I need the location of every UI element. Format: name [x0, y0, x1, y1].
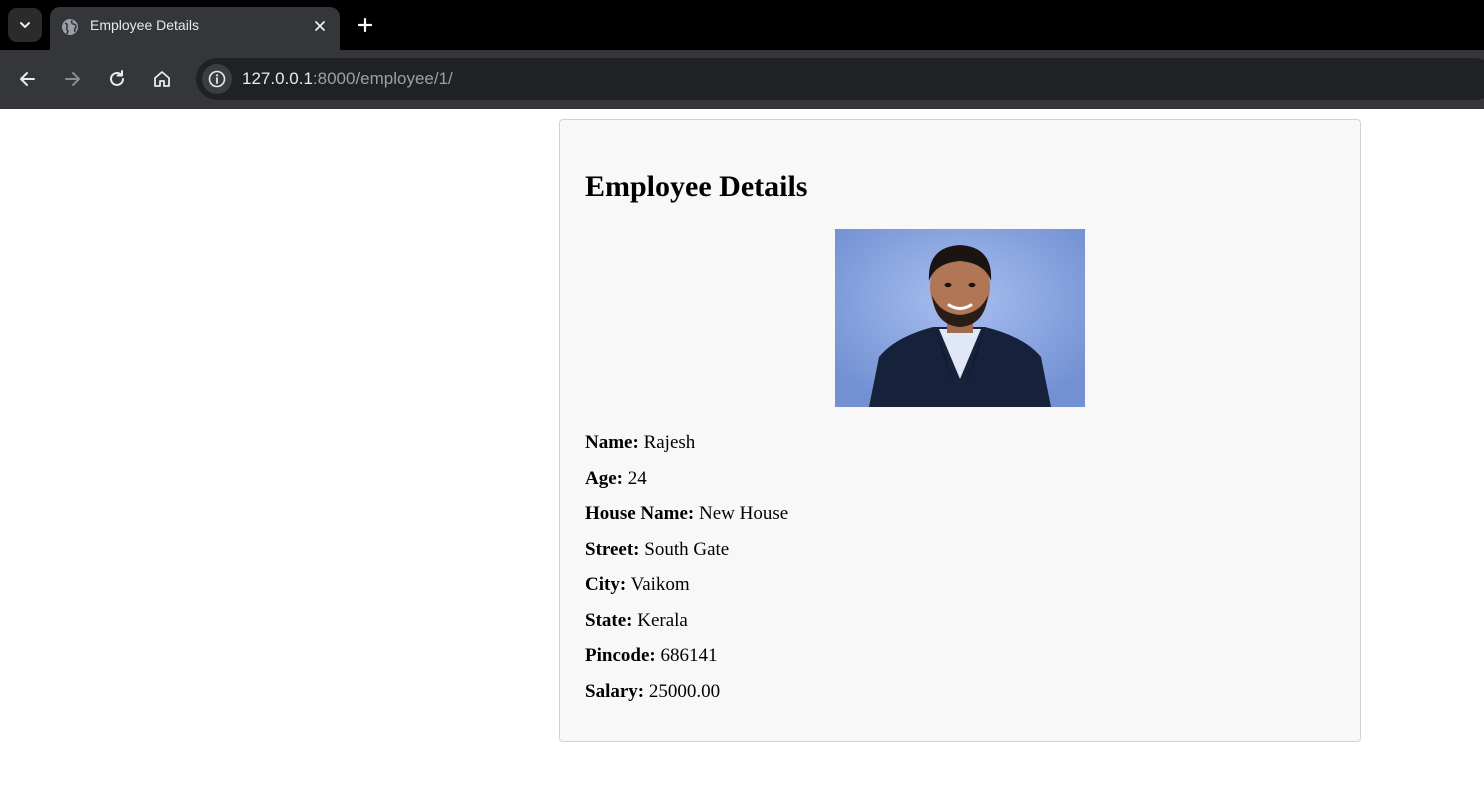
new-tab-button[interactable]: [352, 12, 378, 38]
field-value: 686141: [660, 645, 718, 666]
arrow-left-icon: [20, 72, 35, 86]
field-value: Rajesh: [643, 432, 696, 453]
employee-details: Name: Rajesh Age: 24 House Name: New Hou…: [585, 432, 788, 716]
reload-button[interactable]: [102, 64, 132, 94]
plus-icon: [357, 17, 373, 33]
field-label: Street:: [585, 538, 640, 560]
field-label: Age:: [585, 467, 623, 489]
arrow-right-icon: [65, 72, 80, 86]
url-text[interactable]: 127.0.0.1:8000/employee/1/: [242, 69, 453, 89]
back-button[interactable]: [13, 64, 43, 94]
field-value: 25000.00: [648, 680, 721, 702]
field-name: Name: Rajesh: [585, 432, 788, 468]
chevron-down-icon: [20, 22, 30, 28]
field-pincode: Pincode: 686141: [585, 645, 788, 681]
page-content: Employee Details Name: Rajesh Age: 24 Ho…: [0, 109, 1484, 806]
field-label: Name:: [585, 432, 639, 453]
url-path: :8000/employee/1/: [312, 69, 453, 88]
field-value: 24: [627, 467, 647, 489]
forward-button[interactable]: [57, 64, 87, 94]
field-label: Pincode:: [585, 645, 656, 666]
browser-toolbar: 127.0.0.1:8000/employee/1/: [0, 50, 1484, 109]
field-label: State:: [585, 609, 633, 631]
home-icon: [154, 71, 170, 87]
field-city: City: Vaikom: [585, 574, 788, 610]
field-label: House Name:: [585, 503, 695, 524]
field-street: Street: South Gate: [585, 539, 788, 575]
field-value: Vaikom: [630, 574, 690, 595]
field-value: New House: [698, 503, 789, 524]
address-bar[interactable]: 127.0.0.1:8000/employee/1/: [196, 58, 1484, 100]
tab-active[interactable]: Employee Details: [50, 7, 340, 50]
employee-photo: [835, 229, 1085, 407]
field-value: South Gate: [644, 538, 730, 560]
field-label: Salary:: [585, 680, 645, 702]
tab-title: Employee Details: [90, 17, 199, 33]
field-label: City:: [585, 574, 627, 595]
tab-strip: Employee Details: [0, 0, 1484, 50]
field-value: Kerala: [637, 609, 688, 631]
close-icon: [315, 21, 325, 31]
field-salary: Salary: 25000.00: [585, 681, 788, 717]
field-house-name: House Name: New House: [585, 503, 788, 539]
tab-close-button[interactable]: [310, 16, 330, 36]
url-host: 127.0.0.1: [242, 69, 313, 88]
tab-search-button[interactable]: [8, 8, 42, 42]
globe-icon: [62, 19, 78, 35]
site-info-button[interactable]: [202, 64, 232, 94]
reload-icon: [110, 70, 124, 86]
info-icon: [208, 70, 226, 88]
page-title: Employee Details: [585, 170, 808, 203]
field-age: Age: 24: [585, 468, 788, 504]
home-button[interactable]: [147, 64, 177, 94]
field-state: State: Kerala: [585, 610, 788, 646]
employee-card: Employee Details Name: Rajesh Age: 24 Ho…: [559, 119, 1361, 742]
